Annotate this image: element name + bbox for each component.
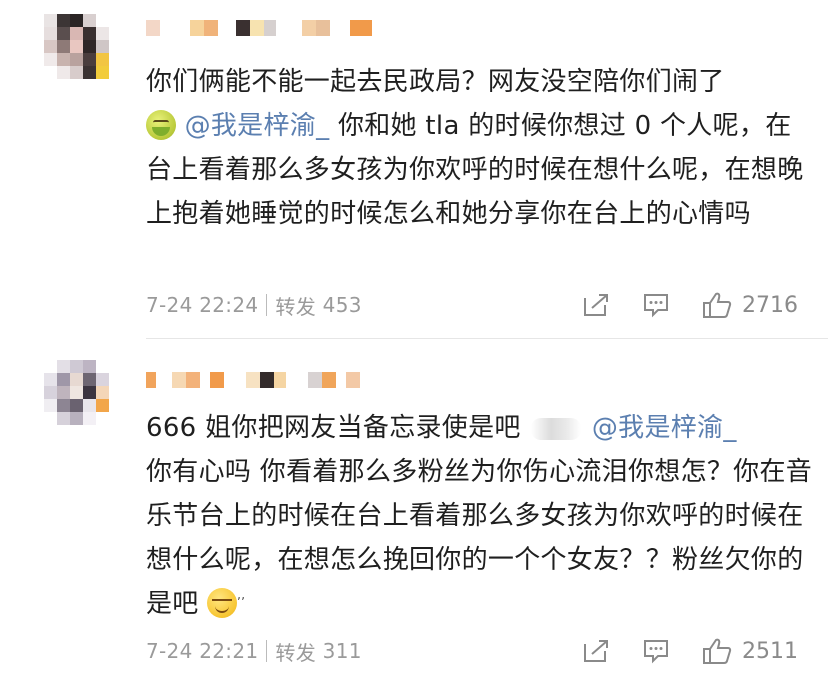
mention-link[interactable]: @我是梓渝_ bbox=[592, 413, 737, 443]
like-count: 2511 bbox=[742, 638, 798, 664]
username[interactable] bbox=[146, 370, 360, 390]
meta-divider bbox=[266, 640, 268, 662]
comment-item: 你们俩能不能一起去民政局？网友没空陪你们闹了 @我是梓渝_ 你和她 tla 的时… bbox=[0, 0, 828, 338]
share-icon bbox=[584, 640, 608, 662]
comment-button[interactable] bbox=[642, 638, 670, 664]
smirking-sweat-face-icon: ʼʼ bbox=[207, 588, 245, 618]
like-icon bbox=[703, 292, 732, 318]
avatar[interactable] bbox=[44, 360, 109, 425]
blurred-sticker bbox=[531, 417, 582, 440]
comment-text: 666 姐你把网友当备忘录使是吧 @我是梓渝_ 你有心吗 你看着那么多粉丝为你伤… bbox=[146, 406, 814, 626]
comment-text-part2: 你有心吗 你看着那么多粉丝为你伤心流泪你想怎？你在音乐节台上的时候在台上看着那么… bbox=[146, 457, 813, 619]
share-button[interactable] bbox=[582, 292, 610, 318]
share-button[interactable] bbox=[582, 638, 610, 664]
repost-count: 311 bbox=[322, 639, 362, 663]
comment-meta: 7-24 22:24 转发 453 bbox=[146, 290, 362, 320]
meta-divider bbox=[266, 294, 268, 316]
comment-text: 你们俩能不能一起去民政局？网友没空陪你们闹了 @我是梓渝_ 你和她 tla 的时… bbox=[146, 60, 814, 236]
comment-actions: 2511 bbox=[550, 636, 798, 666]
timestamp: 7-24 22:21 bbox=[146, 639, 259, 663]
like-icon bbox=[703, 638, 732, 664]
comment-text-part1: 666 姐你把网友当备忘录使是吧 bbox=[146, 413, 521, 443]
like-button[interactable]: 2511 bbox=[702, 637, 798, 665]
comment-actions: 2716 bbox=[550, 290, 798, 320]
repost-label: 转发 bbox=[275, 294, 316, 319]
repost-label: 转发 bbox=[275, 640, 316, 665]
nauseated-face-icon bbox=[146, 110, 176, 140]
comment-meta: 7-24 22:21 转发 311 bbox=[146, 636, 362, 666]
like-button[interactable]: 2716 bbox=[702, 291, 798, 319]
mention-link[interactable]: @我是梓渝_ bbox=[185, 111, 330, 141]
comment-item: 666 姐你把网友当备忘录使是吧 @我是梓渝_ 你有心吗 你看着那么多粉丝为你伤… bbox=[0, 338, 828, 680]
avatar[interactable] bbox=[44, 14, 109, 79]
username[interactable] bbox=[146, 18, 372, 38]
comment-icon bbox=[644, 294, 668, 318]
comment-icon bbox=[644, 640, 668, 664]
like-count: 2716 bbox=[742, 292, 798, 318]
comment-button[interactable] bbox=[642, 292, 670, 318]
share-icon bbox=[584, 294, 608, 316]
comment-text-part1: 你们俩能不能一起去民政局？网友没空陪你们闹了 bbox=[146, 67, 725, 97]
repost-count: 453 bbox=[322, 293, 362, 317]
timestamp: 7-24 22:24 bbox=[146, 293, 259, 317]
